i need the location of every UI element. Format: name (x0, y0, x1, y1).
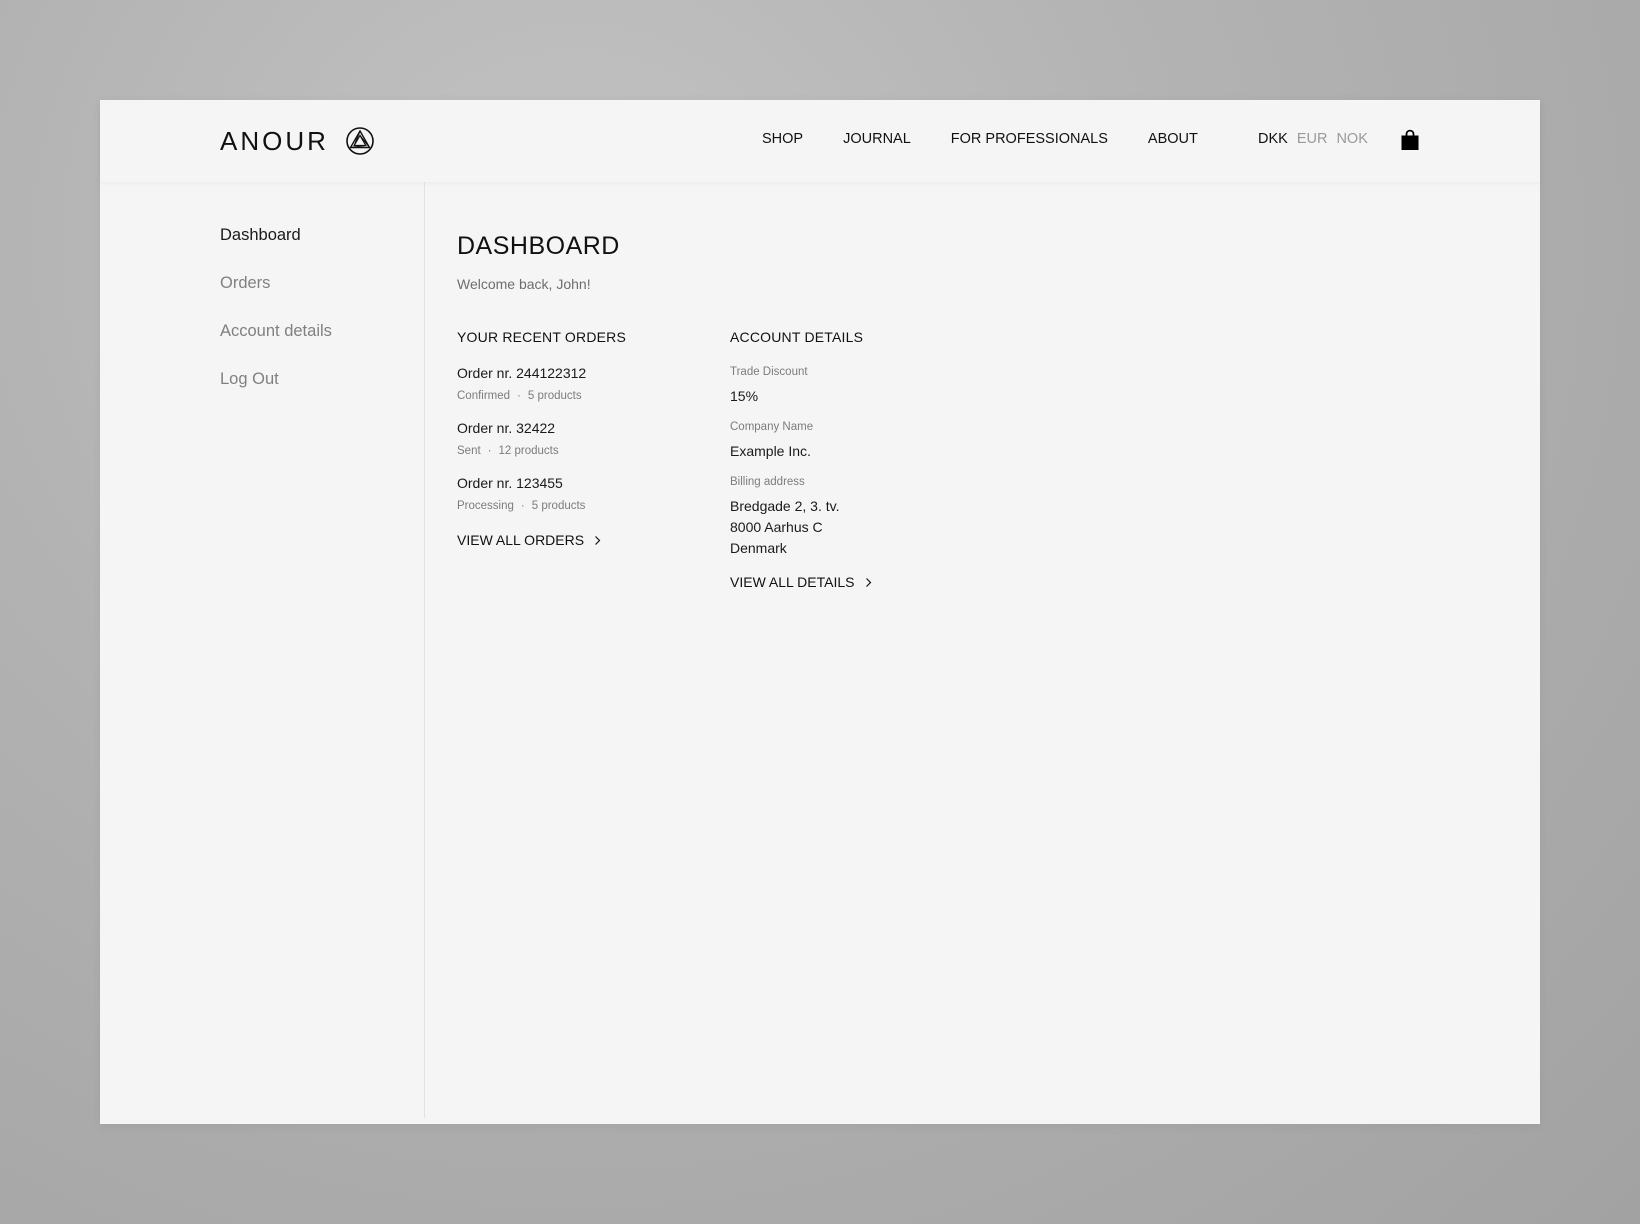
nav-for-professionals[interactable]: FOR PROFESSIONALS (951, 131, 1108, 147)
header: ANOUR SHOP JOURNAL FOR PROFESSIONALS ABO… (100, 100, 1540, 182)
chevron-right-icon (595, 535, 601, 545)
order-product-count: 5 products (531, 500, 586, 512)
separator-dot: · (487, 445, 492, 457)
nav-shop[interactable]: SHOP (762, 131, 803, 147)
view-all-details-link[interactable]: VIEW ALL DETAILS (730, 574, 872, 590)
billing-address-line: 8000 Aarhus C (730, 519, 823, 535)
shopping-bag-icon (1401, 129, 1419, 150)
cart-button[interactable] (1400, 129, 1420, 151)
order-title[interactable]: Order nr. 123455 (457, 475, 563, 491)
billing-address-label: Billing address (730, 476, 805, 488)
company-name-label: Company Name (730, 421, 814, 433)
account-details-heading: ACCOUNT DETAILS (730, 329, 864, 345)
order-meta: Sent · 12 products (457, 445, 559, 457)
nav-about[interactable]: ABOUT (1148, 131, 1198, 147)
welcome-message: Welcome back, John! (457, 276, 591, 292)
sidebar-item-orders[interactable]: Orders (220, 274, 270, 293)
currency-switcher: DKK EUR NOK (1258, 131, 1368, 147)
page-title: DASHBOARD (457, 232, 620, 260)
recent-orders-heading: YOUR RECENT ORDERS (457, 329, 627, 345)
billing-address-line: Bredgade 2, 3. tv. (730, 498, 840, 514)
currency-dkk[interactable]: DKK (1258, 131, 1288, 147)
currency-eur[interactable]: EUR (1297, 131, 1328, 147)
order-status: Sent (457, 445, 481, 457)
order-status: Confirmed (457, 390, 511, 402)
view-all-details-label: VIEW ALL DETAILS (730, 574, 855, 590)
billing-address-line: Denmark (730, 540, 787, 556)
order-meta: Confirmed · 5 products (457, 390, 582, 402)
sidebar-item-log-out[interactable]: Log Out (220, 370, 279, 389)
brand-logo[interactable]: ANOUR (220, 124, 375, 158)
account-sidebar: Dashboard Orders Account details Log Out (100, 182, 425, 1118)
sidebar-item-dashboard[interactable]: Dashboard (220, 226, 301, 245)
browser-page: ANOUR SHOP JOURNAL FOR PROFESSIONALS ABO… (100, 100, 1540, 1124)
nav-journal[interactable]: JOURNAL (843, 131, 911, 147)
trade-discount-value: 15% (730, 388, 759, 404)
order-product-count: 12 products (498, 445, 559, 457)
sidebar-item-account-details[interactable]: Account details (220, 322, 332, 341)
order-status: Processing (457, 500, 514, 512)
currency-nok[interactable]: NOK (1336, 131, 1367, 147)
separator-dot: · (520, 500, 525, 512)
brand-name: ANOUR (220, 125, 329, 156)
order-title[interactable]: Order nr. 32422 (457, 420, 555, 436)
trade-discount-label: Trade Discount (730, 366, 808, 378)
order-title[interactable]: Order nr. 244122312 (457, 365, 586, 381)
chevron-right-icon (865, 577, 871, 587)
main-nav: SHOP JOURNAL FOR PROFESSIONALS ABOUT (762, 131, 1198, 147)
separator-dot: · (517, 390, 521, 402)
company-name-value: Example Inc. (730, 443, 811, 459)
triangle-emblem-icon (346, 127, 374, 155)
order-meta: Processing · 5 products (457, 500, 585, 512)
view-all-orders-label: VIEW ALL ORDERS (457, 532, 585, 548)
order-product-count: 5 products (527, 390, 582, 402)
view-all-orders-link[interactable]: VIEW ALL ORDERS (457, 532, 601, 548)
